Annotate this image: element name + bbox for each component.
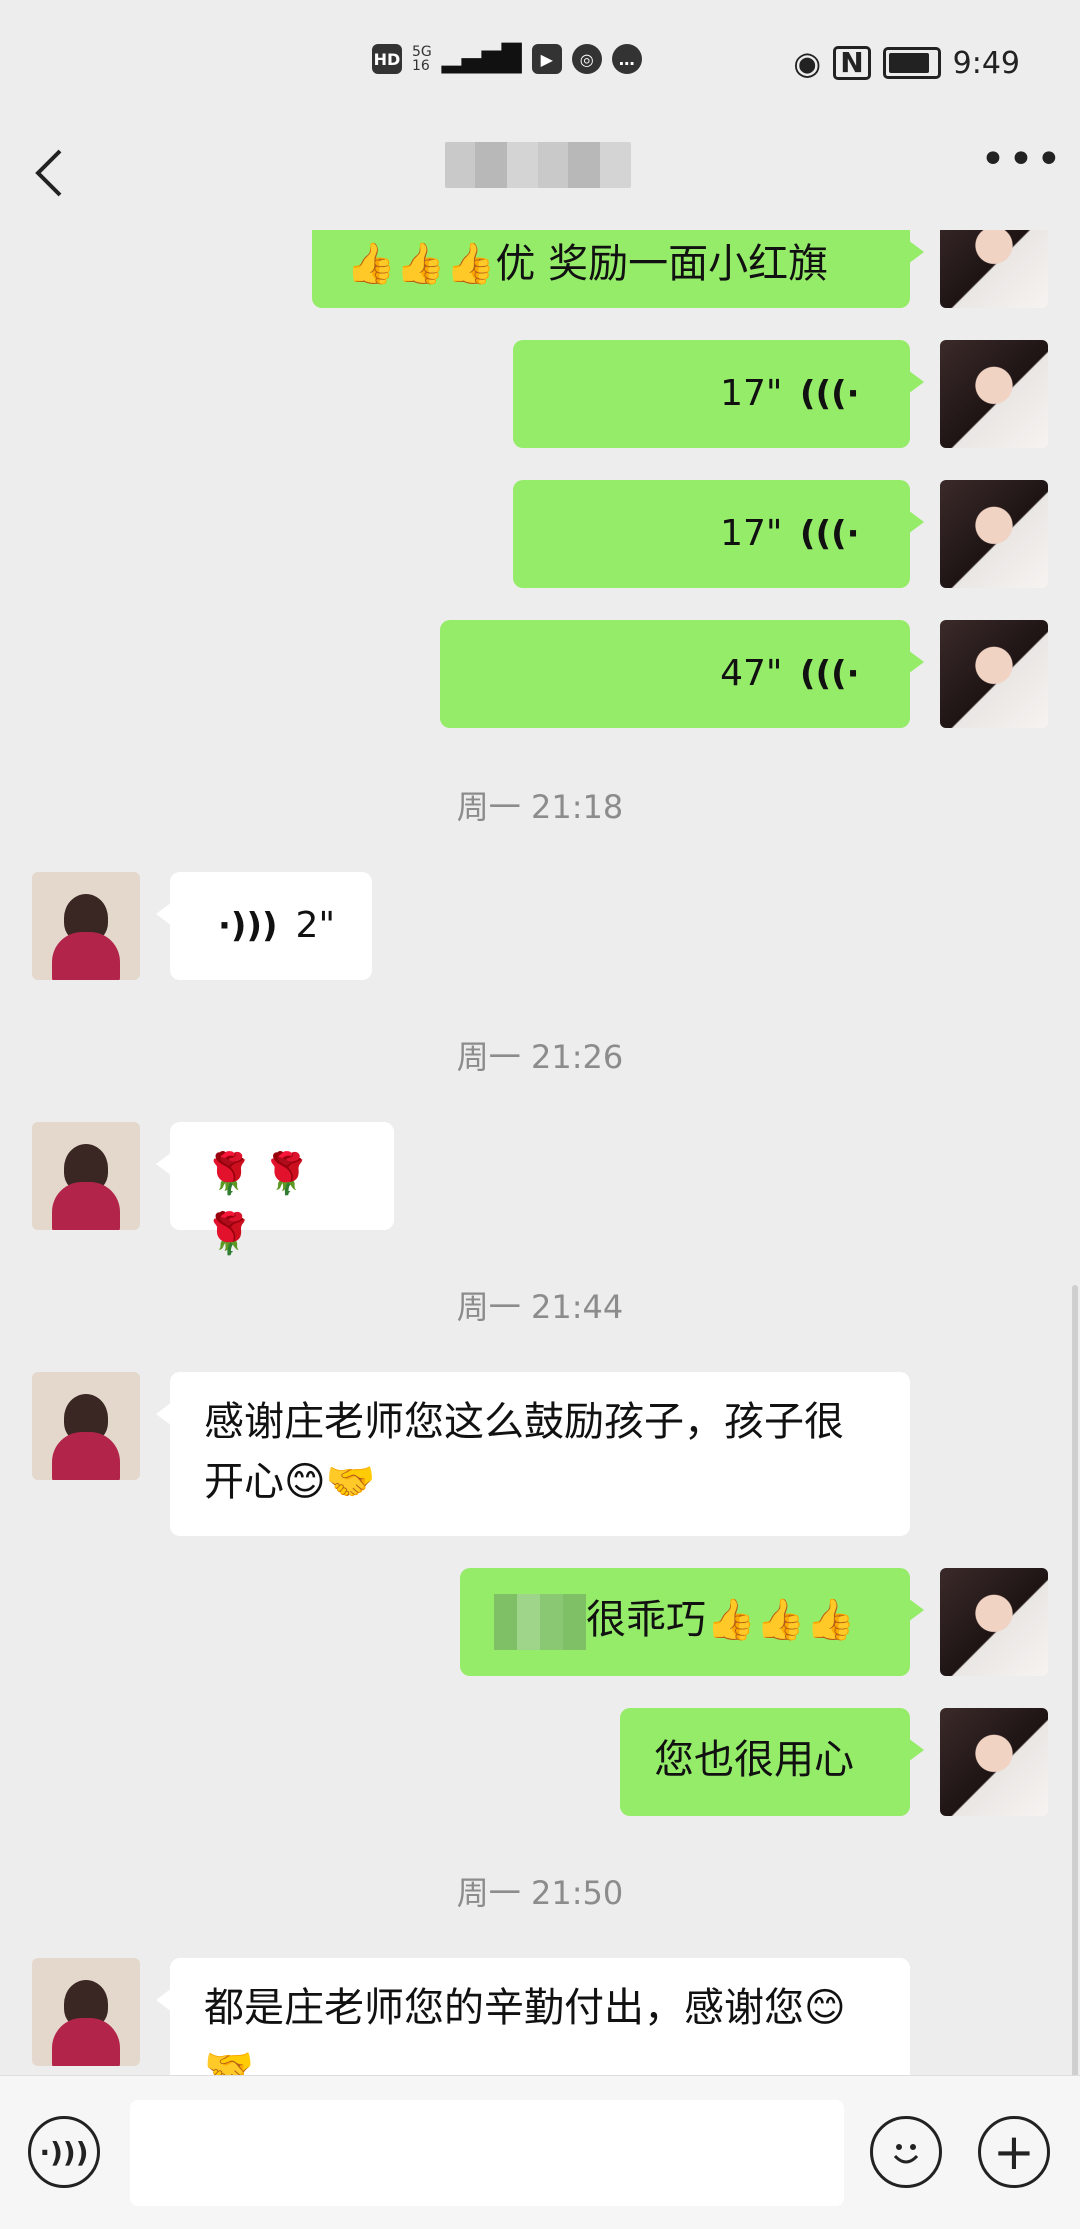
more-icon: ••• (980, 134, 1064, 185)
network-signal: 5G 16 (412, 44, 432, 74)
plus-button[interactable]: + (978, 2116, 1050, 2188)
contact-avatar[interactable] (32, 872, 140, 980)
scrollbar[interactable] (1072, 1285, 1078, 2075)
contact-avatar[interactable] (32, 1958, 140, 2066)
contact-name-blurred (445, 142, 631, 188)
message-bubble-sent[interactable]: 很乖巧👍👍👍 (460, 1568, 924, 1676)
voice-message-sent[interactable]: 17" ·))) (513, 480, 924, 588)
timestamp: 周一 21:50 (456, 1874, 624, 1912)
timestamp: 周一 21:44 (456, 1288, 624, 1326)
contact-avatar[interactable] (32, 1122, 140, 1230)
battery-icon (882, 47, 941, 79)
chevron-left-icon (35, 149, 62, 197)
my-avatar[interactable] (940, 340, 1048, 448)
my-avatar[interactable] (940, 480, 1048, 588)
voice-wave-icon: ·))) (800, 374, 860, 414)
input-bar: ·))) + (0, 2075, 1080, 2229)
message-bubble-received[interactable]: 都是庄老师您的辛勤付出，感谢您😊🤝 (156, 1958, 910, 2075)
nfc-icon: N (833, 46, 871, 80)
clock: 9:49 (952, 45, 1020, 81)
message-input[interactable] (130, 2100, 844, 2206)
emoji-icon (893, 2144, 919, 2164)
voice-wave-icon: ·))) (218, 906, 278, 946)
voice-message-received[interactable]: ·))) 2" (156, 872, 372, 980)
browser-icon: ◎ (571, 44, 602, 74)
voice-duration: 2" (295, 905, 336, 946)
emoji-button[interactable] (870, 2116, 942, 2188)
my-avatar[interactable] (940, 620, 1048, 728)
timestamp: 周一 21:26 (456, 1038, 624, 1076)
voice-duration: 17" (720, 513, 783, 554)
plus-icon: + (993, 2123, 1035, 2181)
eye-icon: ◉ (793, 44, 822, 82)
message-bubble-sent[interactable]: 您也很用心 (620, 1708, 924, 1816)
back-button[interactable] (30, 143, 90, 213)
my-avatar[interactable] (940, 1708, 1048, 1816)
message-bubble-received[interactable]: 🌹🌹🌹 (156, 1122, 394, 1257)
voice-duration: 47" (720, 653, 783, 694)
voice-wave-icon: ·))) (800, 654, 860, 694)
message-text: 都是庄老师您的辛勤付出，感谢您😊🤝 (204, 1985, 846, 2075)
title-bar: ••• (0, 125, 1080, 235)
voice-wave-icon: ·))) (800, 514, 860, 554)
blurred-name (494, 1594, 586, 1650)
my-avatar[interactable] (940, 1568, 1048, 1676)
message-text: 您也很用心 (654, 1737, 854, 1783)
voice-input-button[interactable]: ·))) (28, 2116, 100, 2188)
my-avatar[interactable] (940, 230, 1048, 308)
message-text: 很乖巧👍👍👍 (586, 1597, 856, 1643)
message-icon: … (611, 44, 642, 74)
status-bar: HD 5G 16 ▂▄▆█ ▶ ◎ … ◉ N 9:49 (0, 0, 1080, 125)
voice-input-icon: ·))) (39, 2135, 89, 2169)
message-text: 👍👍👍优 奖励一面小红旗 (346, 241, 829, 287)
chat-area[interactable]: 👍👍👍优 奖励一面小红旗 17" ·))) 17" ·))) 47" ·))) 周一 … (0, 230, 1080, 2075)
message-bubble-sent[interactable]: 👍👍👍优 奖励一面小红旗 (312, 230, 924, 308)
contact-avatar[interactable] (32, 1372, 140, 1480)
signal-bars-icon: ▂▄▆█ (441, 44, 522, 74)
message-bubble-received[interactable]: 感谢庄老师您这么鼓励孩子，孩子很开心😊🤝 (156, 1372, 910, 1536)
hd-icon: HD (372, 44, 402, 74)
timestamp: 周一 21:18 (456, 788, 624, 826)
more-button[interactable]: ••• (980, 138, 1062, 195)
message-text: 感谢庄老师您这么鼓励孩子，孩子很开心😊🤝 (204, 1399, 844, 1505)
voice-message-sent[interactable]: 17" ·))) (513, 340, 924, 448)
message-text: 🌹🌹🌹 (204, 1151, 320, 1257)
voice-message-sent[interactable]: 47" ·))) (440, 620, 924, 728)
app-notification-icon: ▶ (531, 44, 562, 74)
voice-duration: 17" (720, 373, 783, 414)
